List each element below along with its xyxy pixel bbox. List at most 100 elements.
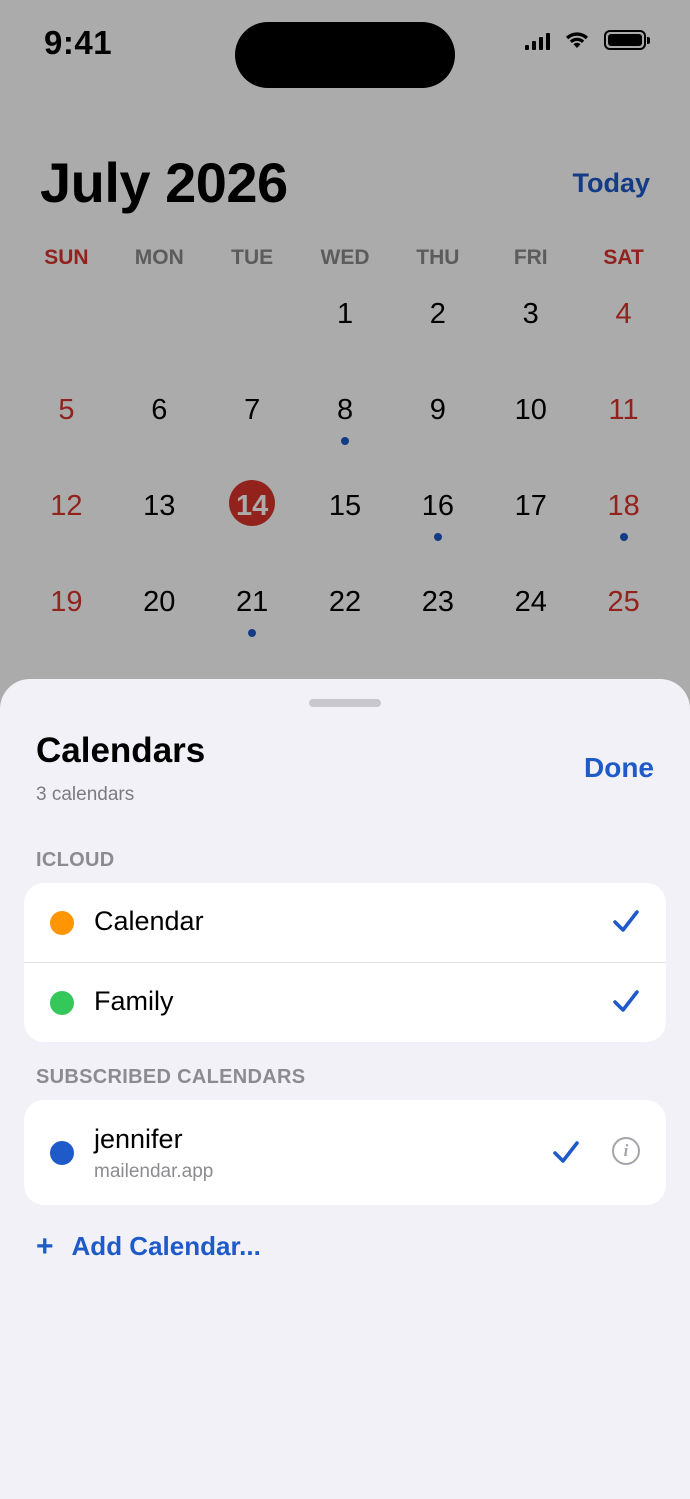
- day-cell[interactable]: 6: [113, 376, 206, 472]
- day-number: 17: [514, 490, 547, 522]
- section-label-icloud: ICLOUD: [36, 849, 115, 871]
- sheet-subtitle: 3 calendars: [36, 784, 135, 805]
- day-cell[interactable]: 19: [20, 568, 113, 664]
- subscribed-calendar-list: jennifer mailendar.app i: [24, 1100, 666, 1205]
- day-cell-empty: [20, 280, 113, 376]
- day-cell[interactable]: 25: [577, 568, 670, 664]
- day-cell[interactable]: 4: [577, 280, 670, 376]
- weekday-label: TUE: [231, 246, 274, 269]
- done-button[interactable]: Done: [584, 752, 654, 784]
- wifi-icon: [566, 32, 588, 48]
- day-cell-empty: [206, 280, 299, 376]
- calendars-sheet: Calendars 3 calendars Done ICLOUD Calend…: [0, 679, 690, 1499]
- day-cell[interactable]: 21: [206, 568, 299, 664]
- day-number: 13: [143, 490, 176, 522]
- info-icon[interactable]: i: [612, 1137, 640, 1165]
- calendar-name: Calendar: [94, 906, 204, 936]
- day-cell[interactable]: 18: [577, 472, 670, 568]
- day-number: 20: [143, 586, 176, 618]
- month-title: July 2026: [40, 151, 288, 214]
- calendar-row-family[interactable]: Family: [24, 963, 666, 1042]
- cellular-signal-icon: [525, 30, 550, 50]
- calendar-week: 5 6 7 8 9 10 11: [20, 376, 670, 472]
- day-number: 15: [328, 490, 362, 522]
- day-number: 19: [50, 586, 83, 618]
- day-cell[interactable]: 2: [391, 280, 484, 376]
- calendar-row-jennifer[interactable]: jennifer mailendar.app i: [24, 1100, 666, 1205]
- day-cell[interactable]: 22: [299, 568, 392, 664]
- calendar-row-calendar[interactable]: Calendar: [24, 883, 666, 963]
- calendar-week: 19 20 21 22 23 24 25: [20, 568, 670, 664]
- day-number: 7: [244, 394, 261, 426]
- weekday-label: MON: [134, 246, 184, 269]
- day-cell-empty: [113, 280, 206, 376]
- day-cell[interactable]: 23: [391, 568, 484, 664]
- event-dot: [433, 533, 442, 541]
- day-cell[interactable]: 10: [484, 376, 577, 472]
- weekday-label: SUN: [44, 246, 89, 269]
- battery-icon: [604, 30, 650, 50]
- day-number: 2: [429, 298, 446, 330]
- checkmark-icon[interactable]: [612, 988, 640, 1016]
- day-cell[interactable]: 1: [299, 280, 392, 376]
- day-cell[interactable]: 3: [484, 280, 577, 376]
- calendar-source: mailendar.app: [94, 1161, 214, 1182]
- weekday-header: SUN MON TUE WED THU FRI SAT: [20, 246, 670, 270]
- day-cell[interactable]: 16: [391, 472, 484, 568]
- dynamic-island: [235, 22, 455, 88]
- day-number: 24: [514, 586, 547, 618]
- day-number: 1: [336, 298, 354, 330]
- add-calendar-label: Add Calendar...: [71, 1231, 261, 1261]
- calendar-name: jennifer: [94, 1124, 183, 1154]
- calendar-week: 1 2 3 4: [20, 280, 670, 376]
- day-cell[interactable]: 5: [20, 376, 113, 472]
- day-number: 10: [514, 394, 547, 426]
- day-cell[interactable]: 7: [206, 376, 299, 472]
- day-cell[interactable]: 9: [391, 376, 484, 472]
- checkmark-icon[interactable]: [552, 1139, 580, 1167]
- weekday-label: SAT: [603, 246, 644, 269]
- day-cell[interactable]: 11: [577, 376, 670, 472]
- day-cell[interactable]: 8: [299, 376, 392, 472]
- day-number: 6: [151, 394, 168, 426]
- plus-icon: +: [36, 1229, 54, 1263]
- status-icons: [525, 30, 650, 50]
- day-cell[interactable]: 24: [484, 568, 577, 664]
- day-number: 21: [236, 586, 269, 618]
- today-button[interactable]: Today: [572, 168, 650, 199]
- day-cell[interactable]: 15: [299, 472, 392, 568]
- calendar-color-dot: [50, 991, 74, 1015]
- day-number: 8: [336, 394, 354, 426]
- weekday-label: THU: [416, 246, 460, 269]
- weekday-label: FRI: [513, 246, 548, 269]
- day-cell[interactable]: 13: [113, 472, 206, 568]
- day-cell[interactable]: 12: [20, 472, 113, 568]
- checkmark-icon[interactable]: [612, 908, 640, 936]
- calendar-color-dot: [50, 1141, 74, 1165]
- day-number: 14: [236, 490, 269, 522]
- add-calendar-button[interactable]: + Add Calendar...: [36, 1231, 261, 1262]
- day-number: 18: [607, 490, 640, 522]
- day-number: 4: [615, 298, 632, 330]
- status-time: 9:41: [44, 24, 113, 61]
- day-number: 5: [58, 394, 75, 426]
- day-number: 9: [429, 394, 446, 426]
- day-cell[interactable]: 17: [484, 472, 577, 568]
- day-number: 25: [607, 586, 640, 618]
- day-number: 22: [328, 586, 362, 618]
- day-cell[interactable]: 20: [113, 568, 206, 664]
- icloud-calendar-list: Calendar Family: [24, 883, 666, 1042]
- day-number: 12: [50, 490, 83, 522]
- section-label-subscribed: SUBSCRIBED CALENDARS: [36, 1066, 306, 1088]
- day-number: 16: [421, 490, 454, 522]
- day-number: 23: [421, 586, 454, 618]
- weekday-label: WED: [320, 246, 370, 269]
- calendar-color-dot: [50, 911, 74, 935]
- event-dot: [619, 533, 628, 541]
- day-cell-today[interactable]: 14: [206, 472, 299, 568]
- calendar-name: Family: [94, 986, 174, 1016]
- day-number: 11: [608, 394, 639, 426]
- sheet-grabber[interactable]: [309, 699, 381, 707]
- calendar-week: 12 13 14 15 16 17 18: [20, 472, 670, 568]
- sheet-title: Calendars: [36, 731, 206, 770]
